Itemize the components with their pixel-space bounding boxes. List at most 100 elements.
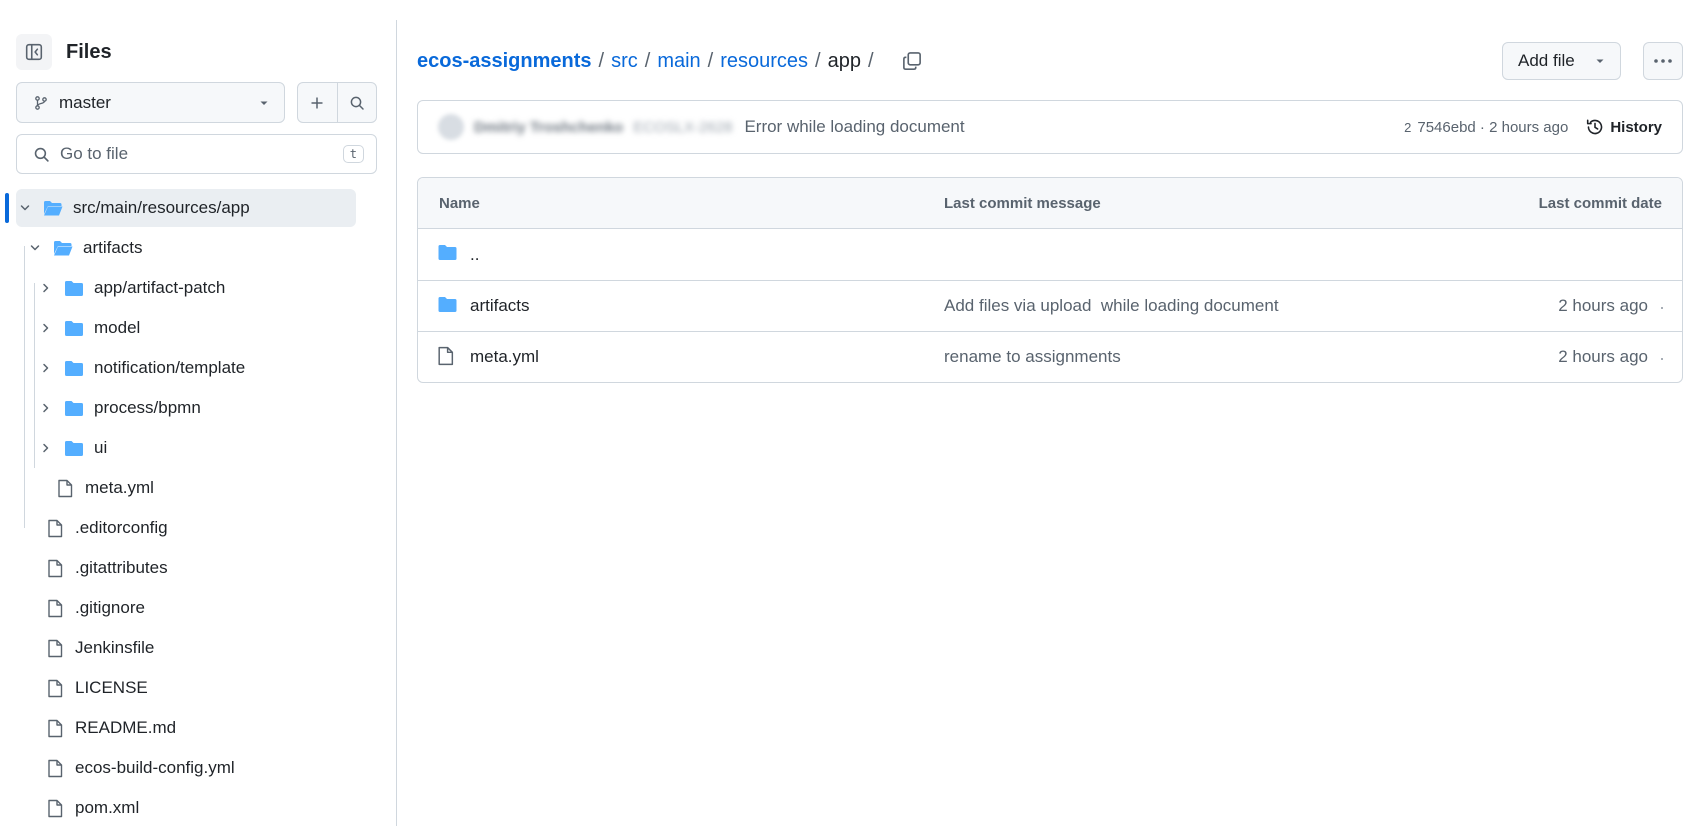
selected-indicator bbox=[5, 193, 9, 223]
tree-item-label: LICENSE bbox=[75, 678, 148, 697]
commit-message-blurred: ECOSLX-2628 bbox=[633, 118, 733, 136]
history-label: History bbox=[1610, 118, 1662, 136]
folder-icon bbox=[64, 319, 84, 337]
avatar[interactable] bbox=[438, 114, 464, 140]
folder-open-icon bbox=[43, 199, 63, 217]
breadcrumb-repo-link[interactable]: ecos-assignments bbox=[417, 50, 592, 73]
truncation-dot bbox=[1661, 307, 1663, 309]
folder-icon bbox=[64, 399, 84, 417]
tree-item-app-artifact-patch[interactable]: app/artifact-patch bbox=[0, 268, 397, 308]
table-row[interactable]: meta.yml rename to assignments 2 hours a… bbox=[418, 331, 1682, 382]
tree-item-readme[interactable]: README.md bbox=[0, 708, 397, 748]
breadcrumb: ecos-assignments / src / main / resource… bbox=[417, 47, 927, 75]
commit-author[interactable]: Dmitriy Troshchenko bbox=[474, 119, 623, 136]
tree-item-label: process/bpmn bbox=[94, 398, 201, 417]
file-name-link[interactable]: artifacts bbox=[470, 296, 530, 316]
sidebar-title: Files bbox=[66, 40, 112, 63]
breadcrumb-separator: / bbox=[707, 49, 714, 72]
chevron-right-icon[interactable] bbox=[38, 400, 54, 416]
file-icon bbox=[45, 559, 65, 577]
add-file-button[interactable]: Add file bbox=[1502, 42, 1621, 80]
breadcrumb-separator: / bbox=[644, 49, 651, 72]
tree-item-gitignore[interactable]: .gitignore bbox=[0, 588, 397, 628]
tree-item-label: app/artifact-patch bbox=[94, 278, 226, 297]
tree-item-artifacts[interactable]: artifacts bbox=[0, 228, 397, 268]
tree-item-pom-xml[interactable]: pom.xml bbox=[0, 788, 397, 826]
branch-controls: master bbox=[16, 82, 377, 123]
table-row-parent-dir[interactable]: .. bbox=[418, 229, 1682, 280]
more-options-button[interactable] bbox=[1643, 42, 1683, 80]
commit-message-link[interactable]: rename to assignments bbox=[944, 347, 1121, 367]
history-icon bbox=[1587, 119, 1603, 135]
tree-item-editorconfig[interactable]: .editorconfig bbox=[0, 508, 397, 548]
tree-item-model[interactable]: model bbox=[0, 308, 397, 348]
tree-item-src-main-resources-app[interactable]: src/main/resources/app bbox=[0, 188, 397, 228]
folder-icon bbox=[437, 296, 458, 318]
breadcrumb-link-src[interactable]: src bbox=[611, 50, 638, 73]
search-icon bbox=[34, 147, 49, 162]
file-icon bbox=[45, 519, 65, 537]
collapse-sidebar-button[interactable] bbox=[16, 34, 52, 70]
branch-selector-button[interactable]: master bbox=[16, 82, 286, 123]
tree-item-label: notification/template bbox=[94, 358, 246, 377]
tree-item-ecos-build-config[interactable]: ecos-build-config.yml bbox=[0, 748, 397, 788]
breadcrumb-link-main[interactable]: main bbox=[657, 50, 700, 73]
go-to-file-field[interactable]: t bbox=[16, 134, 377, 174]
kebab-horizontal-icon bbox=[1654, 59, 1672, 63]
tree-item-label: README.md bbox=[75, 718, 177, 737]
column-header-date: Last commit date bbox=[1538, 194, 1662, 212]
folder-icon bbox=[64, 279, 84, 297]
tree-item-jenkinsfile[interactable]: Jenkinsfile bbox=[0, 628, 397, 668]
tree-item-gitattributes[interactable]: .gitattributes bbox=[0, 548, 397, 588]
sidebar-header: Files bbox=[16, 34, 112, 70]
chevron-right-icon[interactable] bbox=[38, 440, 54, 456]
commit-message-link[interactable]: Add files via upload while loading docum… bbox=[944, 296, 1279, 316]
shortcut-key: t bbox=[342, 145, 364, 163]
app-root: Files master t bbox=[0, 0, 1699, 826]
chevron-right-icon[interactable] bbox=[38, 360, 54, 376]
tree-item-label: model bbox=[94, 318, 141, 337]
checks-count[interactable]: 2 bbox=[1404, 120, 1411, 135]
search-icon bbox=[350, 96, 364, 110]
tree-item-meta-yml[interactable]: meta.yml bbox=[0, 468, 397, 508]
folder-icon bbox=[64, 439, 84, 457]
tree-item-label: src/main/resources/app bbox=[73, 198, 250, 217]
breadcrumb-separator: / bbox=[867, 49, 874, 72]
file-icon bbox=[45, 799, 65, 817]
column-header-name: Name bbox=[439, 194, 480, 212]
git-branch-icon bbox=[35, 95, 47, 110]
parent-dir-link[interactable]: .. bbox=[470, 245, 479, 265]
file-name-link[interactable]: meta.yml bbox=[470, 347, 539, 367]
table-row[interactable]: artifacts Add files via upload while loa… bbox=[418, 280, 1682, 331]
chevron-right-icon[interactable] bbox=[38, 280, 54, 296]
file-icon bbox=[45, 759, 65, 777]
tree-item-notification-template[interactable]: notification/template bbox=[0, 348, 397, 388]
commit-hash-time[interactable]: 7546ebd · 2 hours ago bbox=[1417, 119, 1568, 136]
file-icon bbox=[437, 346, 454, 371]
folder-icon bbox=[64, 359, 84, 377]
tree-item-process-bpmn[interactable]: process/bpmn bbox=[0, 388, 397, 428]
search-files-button[interactable] bbox=[336, 83, 376, 122]
copy-path-button[interactable] bbox=[897, 46, 927, 76]
tree-item-label: .gitignore bbox=[75, 598, 145, 617]
tree-item-ui[interactable]: ui bbox=[0, 428, 397, 468]
tree-item-license[interactable]: LICENSE bbox=[0, 668, 397, 708]
breadcrumb-link-resources[interactable]: resources bbox=[720, 50, 808, 73]
tree-item-label: artifacts bbox=[83, 238, 143, 257]
chevron-down-icon[interactable] bbox=[27, 240, 43, 256]
tree-item-label: pom.xml bbox=[75, 798, 140, 817]
latest-commit-bar: Dmitriy Troshchenko ECOSLX-2628 Error wh… bbox=[417, 100, 1683, 154]
tree-item-label: ecos-build-config.yml bbox=[75, 758, 235, 777]
commit-date: 2 hours ago bbox=[1558, 347, 1648, 366]
go-to-file-input[interactable] bbox=[60, 144, 343, 164]
chevron-down-icon[interactable] bbox=[17, 200, 33, 216]
caret-down-icon bbox=[1596, 59, 1604, 63]
chevron-right-icon[interactable] bbox=[38, 320, 54, 336]
plus-icon bbox=[311, 97, 323, 108]
tree-item-label: .gitattributes bbox=[75, 558, 168, 577]
add-file-button-small[interactable] bbox=[298, 83, 336, 122]
file-icon bbox=[45, 639, 65, 657]
file-tree-sidebar: Files master t bbox=[0, 20, 397, 826]
tree-item-label: .editorconfig bbox=[75, 518, 168, 537]
history-button[interactable]: History bbox=[1586, 118, 1662, 136]
